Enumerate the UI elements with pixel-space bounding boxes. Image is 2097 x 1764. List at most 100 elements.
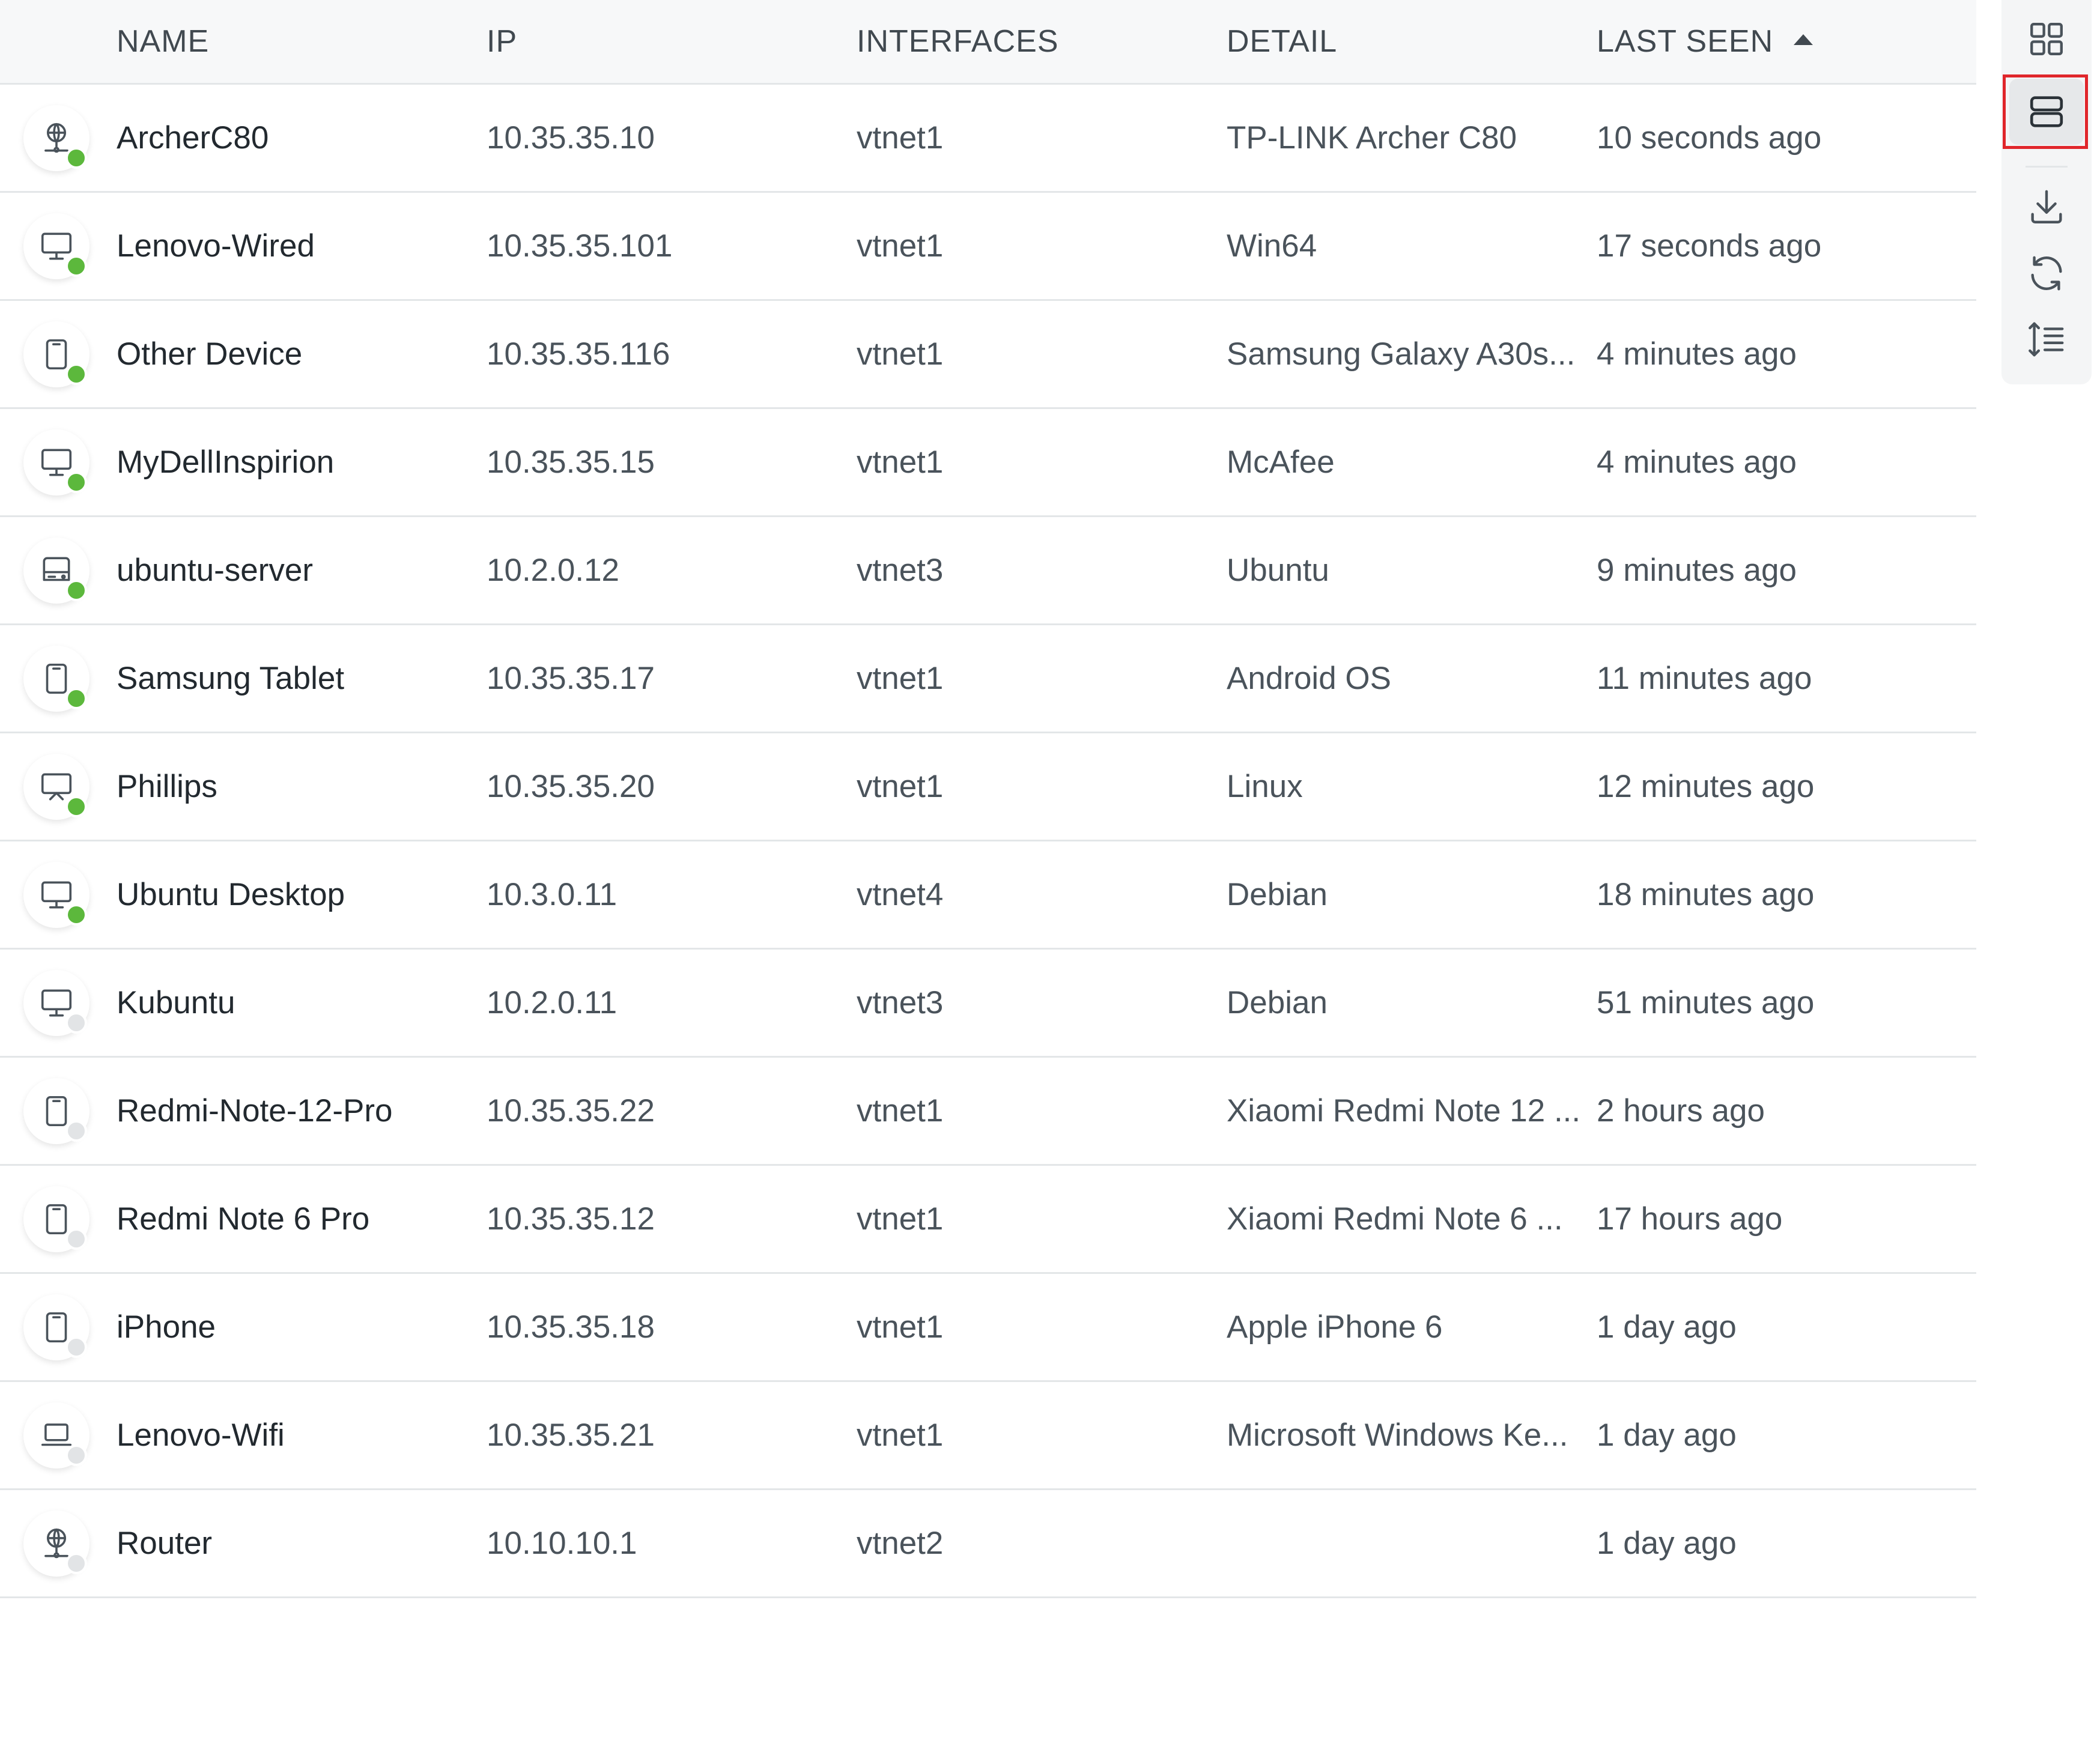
device-last-seen: 9 minutes ago (1597, 553, 1797, 588)
toolbar-divider (2026, 166, 2068, 168)
device-detail: Ubuntu (1227, 553, 1329, 588)
header-name[interactable]: NAME (117, 23, 487, 59)
device-detail: Debian (1227, 985, 1328, 1020)
download-icon (2031, 190, 2062, 223)
device-icon-cell (0, 213, 117, 279)
device-interface: vtnet1 (857, 1093, 944, 1129)
sort-ascending-icon (1794, 34, 1813, 46)
device-name[interactable]: Phillips (117, 768, 487, 805)
device-icon-cell (0, 969, 117, 1036)
header-interfaces[interactable]: INTERFACES (857, 23, 1227, 59)
table-row[interactable]: Redmi-Note-12-Pro 10.35.35.22 vtnet1 Xiaomi… (0, 1058, 1976, 1166)
device-name[interactable]: Other Device (117, 336, 487, 372)
device-avatar (23, 213, 90, 279)
view-toolbar (2001, 0, 2092, 384)
device-ip: 10.2.0.12 (487, 553, 620, 588)
device-icon-cell (0, 321, 117, 387)
status-offline-dot (65, 1552, 87, 1574)
device-name[interactable]: Router (117, 1525, 487, 1562)
device-interface: vtnet1 (857, 1309, 944, 1345)
device-detail: Linux (1227, 769, 1303, 804)
device-last-seen: 17 seconds ago (1597, 228, 1822, 264)
device-last-seen: 18 minutes ago (1597, 877, 1815, 912)
device-name[interactable]: Redmi-Note-12-Pro (117, 1093, 487, 1129)
device-ip: 10.35.35.15 (487, 444, 655, 480)
device-ip: 10.35.35.22 (487, 1093, 655, 1129)
table-row[interactable]: Other Device 10.35.35.116 vtnet1 Samsung Ga… (0, 301, 1976, 409)
device-icon-cell (0, 1294, 117, 1360)
device-name[interactable]: MyDellInspirion (117, 444, 487, 480)
device-name[interactable]: ubuntu-server (117, 552, 487, 589)
devices-table: NAME IP INTERFACES DETAIL LAST SEEN Arch… (0, 0, 1976, 1598)
status-online-dot (65, 579, 87, 601)
device-interface: vtnet1 (857, 1201, 944, 1237)
device-detail: Xiaomi Redmi Note 6 ... (1227, 1201, 1563, 1237)
table-row[interactable]: ArcherC80 10.35.35.10 vtnet1 TP-LINK Archer… (0, 85, 1976, 193)
device-avatar (23, 753, 90, 820)
device-ip: 10.35.35.21 (487, 1417, 655, 1453)
device-interface: vtnet4 (857, 877, 944, 912)
device-avatar (23, 105, 90, 171)
table-row[interactable]: ubuntu-server 10.2.0.12 vtnet3 Ubuntu 9 minu… (0, 517, 1976, 625)
device-interface: vtnet2 (857, 1526, 944, 1561)
device-interface: vtnet1 (857, 120, 944, 156)
table-row[interactable]: Lenovo-Wifi 10.35.35.21 vtnet1 Microsoft Wi… (0, 1382, 1976, 1490)
device-name[interactable]: iPhone (117, 1309, 487, 1345)
grid-view-button[interactable] (2001, 6, 2092, 72)
header-ip[interactable]: IP (487, 23, 857, 59)
table-body: ArcherC80 10.35.35.10 vtnet1 TP-LINK Archer… (0, 85, 1976, 1598)
row-density-button[interactable] (2001, 306, 2092, 372)
device-name[interactable]: Ubuntu Desktop (117, 876, 487, 913)
device-last-seen: 11 minutes ago (1597, 661, 1812, 696)
device-ip: 10.35.35.101 (487, 228, 673, 264)
status-online-dot (65, 903, 87, 926)
refresh-button[interactable] (2001, 240, 2092, 306)
device-name[interactable]: Lenovo-Wired (117, 228, 487, 264)
device-interface: vtnet1 (857, 444, 944, 480)
device-icon-cell (0, 105, 117, 171)
device-name[interactable]: Samsung Tablet (117, 660, 487, 697)
table-row[interactable]: Redmi Note 6 Pro 10.35.35.12 vtnet1 Xiaomi … (0, 1166, 1976, 1274)
device-last-seen: 1 day ago (1597, 1309, 1737, 1345)
header-detail[interactable]: DETAIL (1227, 23, 1597, 59)
status-online-dot (65, 147, 87, 169)
table-row[interactable]: Router 10.10.10.1 vtnet2 1 day ago (0, 1490, 1976, 1598)
device-name[interactable]: ArcherC80 (117, 120, 487, 156)
device-last-seen: 4 minutes ago (1597, 444, 1797, 480)
device-detail: McAfee (1227, 444, 1335, 480)
table-row[interactable]: Kubuntu 10.2.0.11 vtnet3 Debian 51 minutes a… (0, 950, 1976, 1058)
device-name[interactable]: Lenovo-Wifi (117, 1417, 487, 1453)
device-last-seen: 12 minutes ago (1597, 769, 1815, 804)
device-avatar (23, 969, 90, 1036)
status-offline-dot (65, 1336, 87, 1358)
device-ip: 10.35.35.20 (487, 769, 655, 804)
download-button[interactable] (2001, 174, 2092, 240)
header-last-seen[interactable]: LAST SEEN (1597, 23, 1976, 59)
device-avatar (23, 1510, 90, 1577)
device-name[interactable]: Redmi Note 6 Pro (117, 1201, 487, 1237)
device-name[interactable]: Kubuntu (117, 984, 487, 1021)
table-row[interactable]: Lenovo-Wired 10.35.35.101 vtnet1 Win64 17 se… (0, 193, 1976, 301)
status-online-dot (65, 795, 87, 817)
device-avatar (23, 1294, 90, 1360)
status-offline-dot (65, 1011, 87, 1034)
device-detail: Android OS (1227, 661, 1391, 696)
device-interface: vtnet1 (857, 336, 944, 372)
table-row[interactable]: Phillips 10.35.35.20 vtnet1 Linux 12 minutes… (0, 733, 1976, 841)
status-online-dot (65, 471, 87, 493)
table-row[interactable]: MyDellInspirion 10.35.35.15 vtnet1 McAfee 4 … (0, 409, 1976, 517)
device-detail: Win64 (1227, 228, 1317, 264)
refresh-icon (2031, 256, 2062, 291)
status-online-dot (65, 255, 87, 277)
status-online-dot (65, 687, 87, 709)
device-icon-cell (0, 1510, 117, 1577)
device-last-seen: 51 minutes ago (1597, 985, 1815, 1020)
device-ip: 10.35.35.10 (487, 120, 655, 156)
table-row[interactable]: Ubuntu Desktop 10.3.0.11 vtnet4 Debian 18 mi… (0, 841, 1976, 950)
device-avatar (23, 861, 90, 928)
table-row[interactable]: iPhone 10.35.35.18 vtnet1 Apple iPhone 6 1 d… (0, 1274, 1976, 1382)
device-avatar (23, 537, 90, 604)
device-icon-cell (0, 429, 117, 496)
table-row[interactable]: Samsung Tablet 10.35.35.17 vtnet1 Android O… (0, 625, 1976, 733)
device-avatar (23, 645, 90, 712)
